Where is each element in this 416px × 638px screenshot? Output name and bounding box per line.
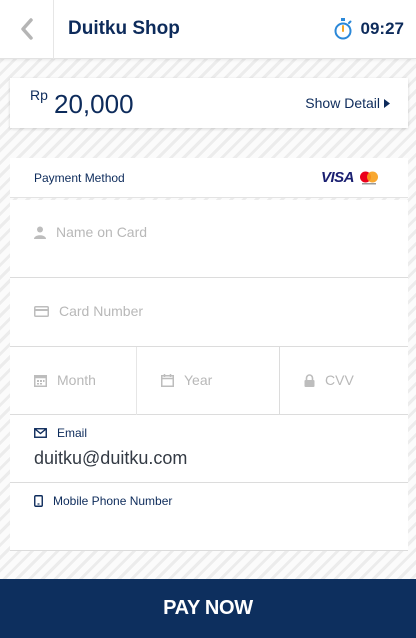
countdown-timer: 09:27 [333, 18, 404, 40]
top-bar: Duitku Shop 09:27 [0, 0, 416, 59]
mobile-phone-icon [34, 495, 43, 507]
year-placeholder: Year [184, 372, 213, 388]
chevron-left-icon [20, 18, 33, 40]
email-field[interactable]: Email duitku@duitku.com [10, 415, 408, 483]
card-number-placeholder: Card Number [59, 303, 144, 319]
credit-card-icon [34, 305, 49, 317]
payment-form: Payment Method VISA Name on Card Card Nu… [10, 158, 408, 551]
name-on-card-content: Name on Card [34, 224, 147, 240]
amount-value: 20,000 [54, 89, 134, 119]
cvv-content: CVV [304, 372, 354, 388]
mobile-phone-label: Mobile Phone Number [53, 494, 173, 508]
year-content: Year [161, 372, 212, 388]
envelope-icon [34, 428, 47, 438]
email-value: duitku@duitku.com [34, 448, 188, 468]
card-number-field[interactable]: Card Number [10, 278, 408, 347]
email-label-row: Email [34, 426, 87, 440]
card-number-content: Card Number [34, 303, 143, 319]
lock-icon [304, 373, 315, 387]
mobile-phone-field[interactable]: Mobile Phone Number [10, 483, 408, 551]
show-detail-label: Show Detail [305, 95, 380, 111]
card-logos: VISA [321, 169, 380, 186]
expiry-month-field[interactable]: Month [10, 347, 137, 415]
payment-method-label: Payment Method [34, 170, 125, 185]
expiry-cvv-row: Month Year CVV [10, 347, 408, 415]
pay-now-label: PAY NOW [163, 597, 253, 619]
cvv-field[interactable]: CVV [280, 347, 408, 415]
phone-label-row: Mobile Phone Number [34, 494, 172, 508]
name-on-card-field[interactable]: Name on Card [10, 200, 408, 278]
stopwatch-icon [334, 18, 352, 40]
payment-method-row: Payment Method VISA [10, 158, 408, 198]
visa-logo: VISA [320, 169, 355, 186]
expiry-year-field[interactable]: Year [137, 347, 280, 415]
calendar-icon [34, 374, 47, 387]
amount-card: Rp 20,000 Show Detail [10, 78, 408, 128]
shop-title: Duitku Shop [68, 18, 180, 39]
caret-right-icon [384, 98, 390, 108]
month-content: Month [34, 372, 96, 388]
timer-value: 09:27 [360, 19, 404, 38]
user-icon [34, 226, 46, 239]
calendar-icon [161, 373, 174, 387]
email-label: Email [57, 426, 88, 440]
pay-now-button[interactable]: PAY NOW [0, 579, 416, 638]
name-on-card-placeholder: Name on Card [56, 224, 148, 240]
month-placeholder: Month [57, 372, 96, 388]
currency-label: Rp [30, 87, 48, 103]
back-button[interactable] [0, 0, 54, 59]
mastercard-logo [360, 171, 378, 184]
show-detail-link[interactable]: Show Detail [305, 95, 390, 111]
cvv-placeholder: CVV [325, 372, 354, 388]
